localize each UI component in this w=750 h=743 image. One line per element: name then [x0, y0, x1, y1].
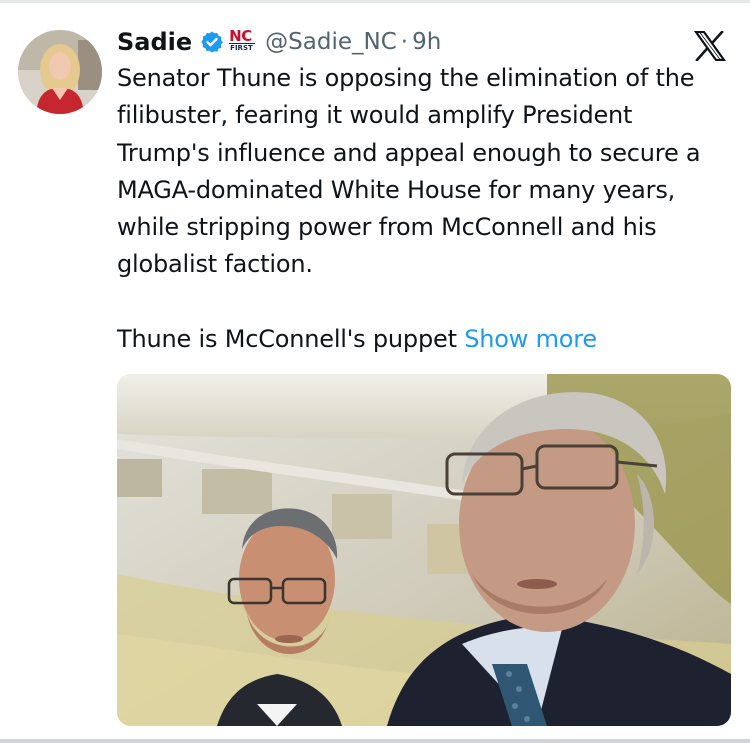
bottom-divider [0, 739, 750, 743]
tweet-media-image[interactable] [117, 374, 731, 726]
tweet-paragraph-1: Senator Thune is opposing the eliminatio… [117, 64, 701, 279]
affiliation-badge[interactable]: NC FIRST [229, 27, 257, 56]
timestamp[interactable]: 9h [412, 29, 441, 55]
x-logo-icon[interactable] [694, 31, 726, 61]
avatar[interactable] [18, 30, 102, 114]
user-handle[interactable]: @Sadie_NC [265, 29, 397, 55]
tweet-text: Senator Thune is opposing the eliminatio… [117, 60, 732, 358]
separator-dot: · [400, 29, 409, 55]
display-name[interactable]: Sadie [117, 28, 192, 56]
top-divider [0, 0, 750, 3]
tweet-paragraph-2: Thune is McConnell's puppet Show more [117, 321, 732, 358]
verified-badge-icon [201, 31, 223, 53]
tweet-header: Sadie NC FIRST @Sadie_NC · 9h [117, 22, 441, 62]
affiliation-badge-bottom: FIRST [230, 44, 253, 52]
tweet-paragraph-2-text: Thune is McConnell's puppet [117, 324, 457, 353]
show-more-link[interactable]: Show more [464, 325, 597, 353]
